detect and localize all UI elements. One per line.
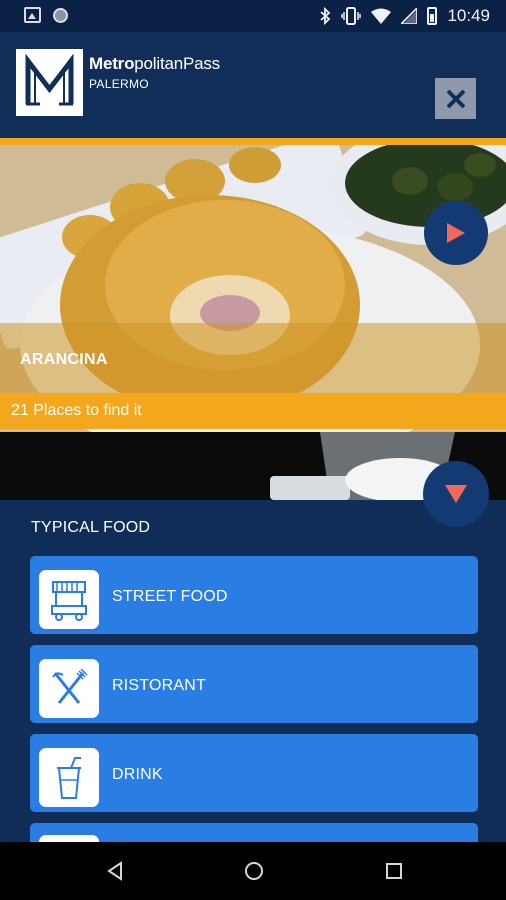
play-button[interactable] bbox=[424, 201, 488, 265]
panel-toggle-button[interactable] bbox=[423, 461, 489, 527]
hero-card[interactable]: ARANCINA 21 Places to find it bbox=[0, 145, 506, 432]
hero-places-label: 21 Places to find it bbox=[11, 402, 142, 419]
bluetooth-icon bbox=[320, 7, 331, 25]
close-button[interactable] bbox=[435, 78, 476, 119]
category-drink[interactable]: DRINK bbox=[30, 734, 478, 812]
navigation-bar bbox=[0, 842, 506, 900]
image-icon bbox=[24, 7, 41, 23]
circle-icon bbox=[53, 7, 68, 23]
city-label: PALERMO bbox=[89, 77, 149, 91]
logo-m-icon bbox=[16, 49, 83, 116]
category-icon-box bbox=[39, 570, 99, 629]
app-header: MetropolitanPass PALERMO bbox=[0, 32, 506, 138]
category-label: RISTORANT bbox=[112, 677, 206, 694]
drink-cup-icon bbox=[57, 756, 81, 799]
logo bbox=[16, 49, 83, 116]
home-icon[interactable] bbox=[243, 860, 265, 882]
category-ristorant[interactable]: RISTORANT bbox=[30, 645, 478, 723]
clock: 10:49 bbox=[447, 6, 490, 25]
header-stripe bbox=[0, 138, 506, 145]
brand-name: MetropolitanPass bbox=[89, 54, 220, 74]
close-icon bbox=[446, 89, 465, 108]
category-street-food[interactable]: STREET FOOD bbox=[30, 556, 478, 634]
wifi-icon bbox=[371, 8, 392, 24]
back-icon[interactable] bbox=[104, 860, 126, 882]
signal-icon bbox=[401, 8, 418, 24]
fork-knife-icon bbox=[52, 668, 88, 704]
play-icon bbox=[447, 223, 465, 243]
vibrate-icon bbox=[341, 7, 362, 25]
category-icon-box bbox=[39, 748, 99, 807]
brand-rest: politanPass bbox=[134, 54, 220, 73]
hero-title: ARANCINA bbox=[20, 351, 108, 368]
status-bar: 10:49 bbox=[0, 0, 506, 32]
recents-icon[interactable] bbox=[383, 860, 405, 882]
food-cart-icon bbox=[51, 580, 87, 621]
section-title: TYPICAL FOOD bbox=[31, 519, 151, 536]
category-label: STREET FOOD bbox=[112, 588, 228, 605]
category-icon-box bbox=[39, 835, 99, 842]
triangle-down-icon bbox=[445, 485, 467, 503]
category-partial[interactable] bbox=[30, 823, 478, 842]
category-label: DRINK bbox=[112, 766, 163, 783]
battery-icon bbox=[427, 7, 438, 25]
brand-bold: Metro bbox=[89, 54, 135, 73]
category-icon-box bbox=[39, 659, 99, 718]
